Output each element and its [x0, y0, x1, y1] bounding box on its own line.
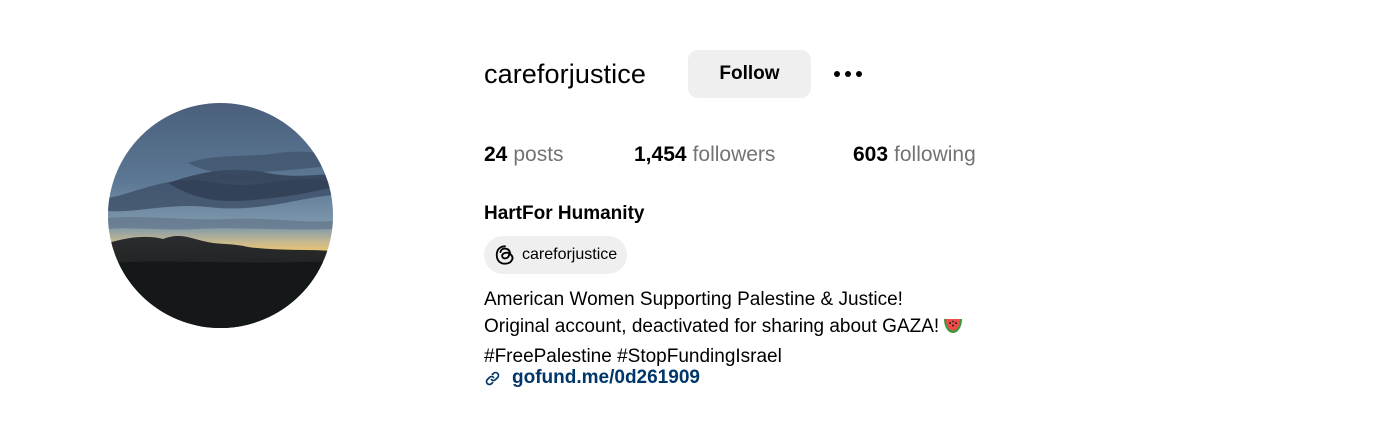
bio-line: Original account, deactivated for sharin… — [484, 313, 964, 343]
avatar[interactable] — [108, 103, 333, 328]
more-horizontal-icon[interactable] — [831, 57, 865, 91]
followers-count: 1,454 — [634, 143, 687, 166]
bio-text: American Women Supporting Palestine & Ju… — [484, 286, 964, 370]
profile-header: careforjustice Follow 24 posts 1,454 follo… — [0, 0, 1396, 435]
posts-stat: 24 posts — [484, 143, 634, 167]
bio-line: American Women Supporting Palestine & Ju… — [484, 289, 903, 310]
threads-handle: careforjustice — [522, 246, 618, 263]
watermelon-icon — [942, 315, 964, 343]
bio-line: #FreePalestine #StopFundingIsrael — [484, 346, 782, 367]
following-count: 603 — [853, 143, 889, 166]
dot — [844, 71, 851, 77]
link-icon — [484, 369, 502, 387]
threads-badge[interactable]: careforjustice — [484, 236, 628, 274]
followers-label: followers — [692, 143, 776, 166]
full-name: HartFor Humanity — [484, 203, 645, 224]
bio-line-text: Original account, deactivated for sharin… — [484, 316, 940, 337]
posts-count: 24 — [484, 143, 508, 166]
threads-icon — [493, 243, 517, 267]
profile-stats: 24 posts 1,454 followers 603 following — [484, 143, 976, 167]
bio-link[interactable]: gofund.me/0d261909 — [484, 367, 700, 389]
username: careforjustice — [484, 58, 646, 89]
bio-link-text: gofund.me/0d261909 — [512, 367, 700, 388]
dot — [833, 71, 840, 77]
followers-link[interactable]: 1,454 followers — [634, 143, 853, 167]
profile-top-row: careforjustice Follow — [484, 50, 865, 98]
following-link[interactable]: 603 following — [853, 143, 976, 167]
dot — [855, 71, 862, 77]
follow-button[interactable]: Follow — [687, 50, 811, 98]
following-label: following — [894, 143, 976, 166]
avatar-image — [108, 103, 333, 328]
posts-label: posts — [513, 143, 564, 166]
